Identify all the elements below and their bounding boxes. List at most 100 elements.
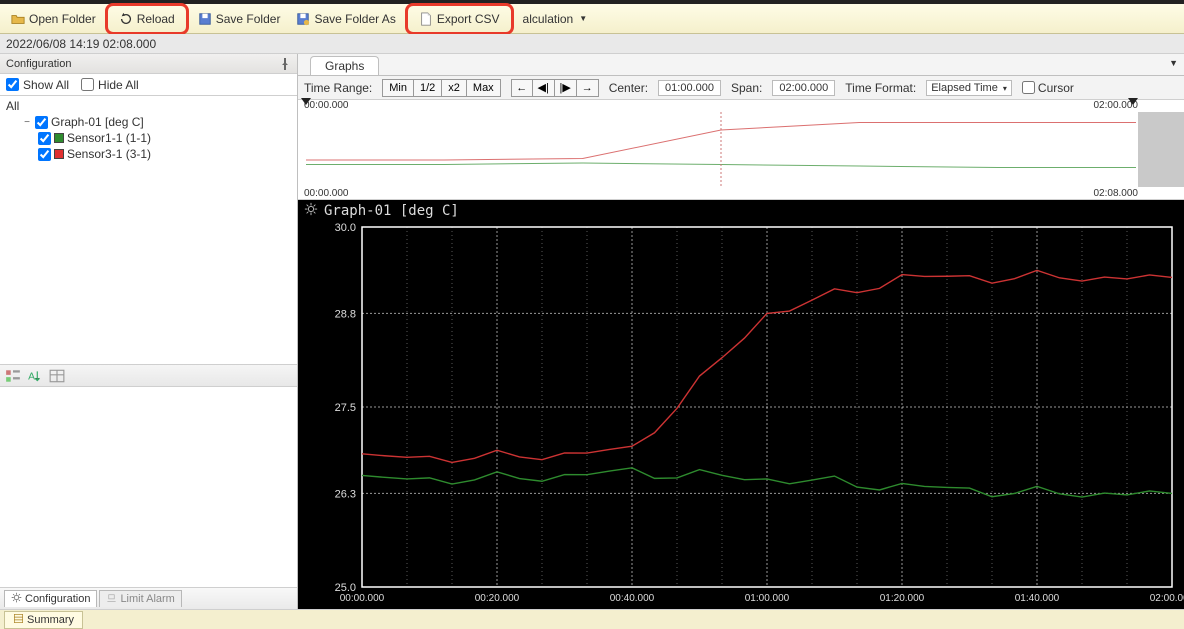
main-chart-area: Graph-01 [deg C] 25.026.327.528.830.000:… — [298, 200, 1184, 609]
series-color-swatch — [54, 149, 64, 159]
tab-label: Configuration — [25, 593, 90, 605]
time-control-bar: Time Range: Min 1/2 x2 Max ← ◀| |▶ → Cen… — [298, 76, 1184, 100]
gear-icon[interactable] — [304, 202, 318, 219]
range-half-button[interactable]: 1/2 — [414, 79, 442, 97]
reload-highlight: Reload — [105, 3, 189, 35]
tab-label: Limit Alarm — [120, 593, 174, 605]
step-back-button[interactable]: ◀| — [533, 79, 555, 97]
overview-out-of-range — [1138, 112, 1184, 187]
step-fwd-button[interactable]: |▶ — [555, 79, 577, 97]
summary-bar: Summary — [0, 609, 1184, 629]
summary-tab[interactable]: Summary — [4, 611, 83, 629]
main-tab-row: Graphs ▼ — [298, 54, 1184, 76]
sidebar-bottom-tabs: Configuration Limit Alarm — [0, 587, 297, 609]
check-label: Show All — [23, 78, 69, 92]
export-csv-highlight: Export CSV — [405, 3, 514, 35]
time-range-label: Time Range: — [304, 81, 372, 95]
nav-button-set: ← ◀| |▶ → — [511, 79, 599, 97]
time-format-select[interactable]: Elapsed Time ▾ — [926, 80, 1012, 96]
save-icon — [198, 12, 212, 26]
save-folder-button[interactable]: Save Folder — [191, 7, 288, 31]
tree-node-graph01[interactable]: − Graph-01 [deg C] — [20, 114, 293, 130]
chevron-down-icon: ▾ — [1003, 84, 1007, 93]
seek-start-button[interactable]: ← — [511, 79, 533, 97]
toolbar-label: Export CSV — [437, 12, 500, 26]
tree-node-sensor3[interactable]: Sensor3-1 (3-1) — [36, 146, 293, 162]
chart-title-row: Graph-01 [deg C] — [298, 200, 1184, 221]
svg-text:00:40.000: 00:40.000 — [610, 593, 655, 604]
tree-root-all[interactable]: All — [4, 98, 293, 114]
tree-label: All — [6, 99, 19, 113]
main-toolbar: Open Folder Reload Save Folder Save Fold… — [0, 4, 1184, 34]
save-as-icon — [296, 12, 310, 26]
toolbar-label: Reload — [137, 12, 175, 26]
svg-text:02:00.000: 02:00.000 — [1150, 593, 1184, 604]
timestamp-text: 2022/06/08 14:19 02:08.000 — [6, 37, 156, 51]
center-value[interactable]: 01:00.000 — [658, 80, 721, 96]
right-content: Graphs ▼ Time Range: Min 1/2 x2 Max ← ◀|… — [298, 54, 1184, 609]
overview-chart[interactable]: 00:00.000 02:00.000 00:00.000 02:08.000 — [298, 100, 1184, 200]
property-area — [0, 387, 297, 587]
toolbar-label: Save Folder As — [314, 12, 395, 26]
tab-label: Summary — [27, 614, 74, 626]
span-value[interactable]: 02:00.000 — [772, 80, 835, 96]
svg-text:28.8: 28.8 — [335, 308, 356, 320]
chart-title: Graph-01 [deg C] — [324, 203, 459, 219]
tab-limit-alarm[interactable]: Limit Alarm — [99, 590, 181, 607]
check-label: Cursor — [1038, 81, 1074, 95]
svg-text:01:40.000: 01:40.000 — [1015, 593, 1060, 604]
svg-text:26.3: 26.3 — [335, 488, 356, 500]
calculation-button[interactable]: alculation ▼ — [516, 7, 595, 31]
tree-node-sensor1[interactable]: Sensor1-1 (1-1) — [36, 130, 293, 146]
range-min-button[interactable]: Min — [382, 79, 414, 97]
svg-text:30.0: 30.0 — [335, 222, 356, 234]
open-folder-button[interactable]: Open Folder — [4, 7, 103, 31]
hide-all-checkbox[interactable]: Hide All — [81, 78, 139, 92]
tab-dropdown-icon[interactable]: ▼ — [1169, 58, 1178, 68]
save-folder-as-button[interactable]: Save Folder As — [289, 7, 402, 31]
alarm-icon — [106, 592, 117, 606]
left-sidebar: Configuration Show All Hide All All — [0, 54, 298, 609]
range-button-set: Min 1/2 x2 Max — [382, 79, 500, 97]
center-label: Center: — [609, 81, 648, 95]
range-marker-left[interactable] — [301, 98, 311, 105]
tree-label: Sensor1-1 (1-1) — [67, 131, 151, 145]
categorize-icon[interactable] — [4, 367, 22, 385]
series-color-swatch — [54, 133, 64, 143]
reload-button[interactable]: Reload — [112, 7, 182, 31]
toolbar-label: Open Folder — [29, 12, 96, 26]
property-toolbar: A — [0, 365, 297, 387]
tab-configuration[interactable]: Configuration — [4, 590, 97, 607]
tree-toggle-icon[interactable]: − — [22, 117, 32, 128]
sort-az-icon[interactable]: A — [26, 367, 44, 385]
export-csv-button[interactable]: Export CSV — [412, 7, 507, 31]
range-x2-button[interactable]: x2 — [442, 79, 467, 97]
show-all-checkbox[interactable]: Show All — [6, 78, 69, 92]
timestamp-bar: 2022/06/08 14:19 02:08.000 — [0, 34, 1184, 54]
pane-title: Configuration — [6, 58, 71, 70]
svg-text:00:00.000: 00:00.000 — [340, 593, 385, 604]
tab-label: Graphs — [325, 59, 364, 73]
svg-text:A: A — [28, 371, 35, 382]
svg-text:00:20.000: 00:20.000 — [475, 593, 520, 604]
tree-label: Sensor3-1 (3-1) — [67, 147, 151, 161]
grid-icon[interactable] — [48, 367, 66, 385]
folder-open-icon — [11, 12, 25, 26]
span-label: Span: — [731, 81, 762, 95]
overview-label-bl: 00:00.000 — [304, 188, 349, 199]
gear-icon — [11, 592, 22, 606]
svg-text:01:00.000: 01:00.000 — [745, 593, 790, 604]
cursor-checkbox[interactable]: Cursor — [1022, 81, 1074, 95]
configuration-header: Configuration — [0, 54, 297, 74]
summary-icon — [13, 613, 24, 627]
overview-plot — [306, 112, 1136, 187]
show-hide-row: Show All Hide All — [0, 74, 297, 96]
toolbar-label: alculation — [523, 12, 574, 26]
range-max-button[interactable]: Max — [467, 79, 501, 97]
config-tree: All − Graph-01 [deg C] — [0, 96, 297, 365]
main-chart-plot[interactable]: 25.026.327.528.830.000:00.00000:20.00000… — [298, 221, 1184, 609]
tab-graphs[interactable]: Graphs — [310, 56, 379, 75]
pin-icon[interactable] — [279, 58, 291, 70]
seek-end-button[interactable]: → — [577, 79, 599, 97]
range-marker-right[interactable] — [1128, 98, 1138, 105]
